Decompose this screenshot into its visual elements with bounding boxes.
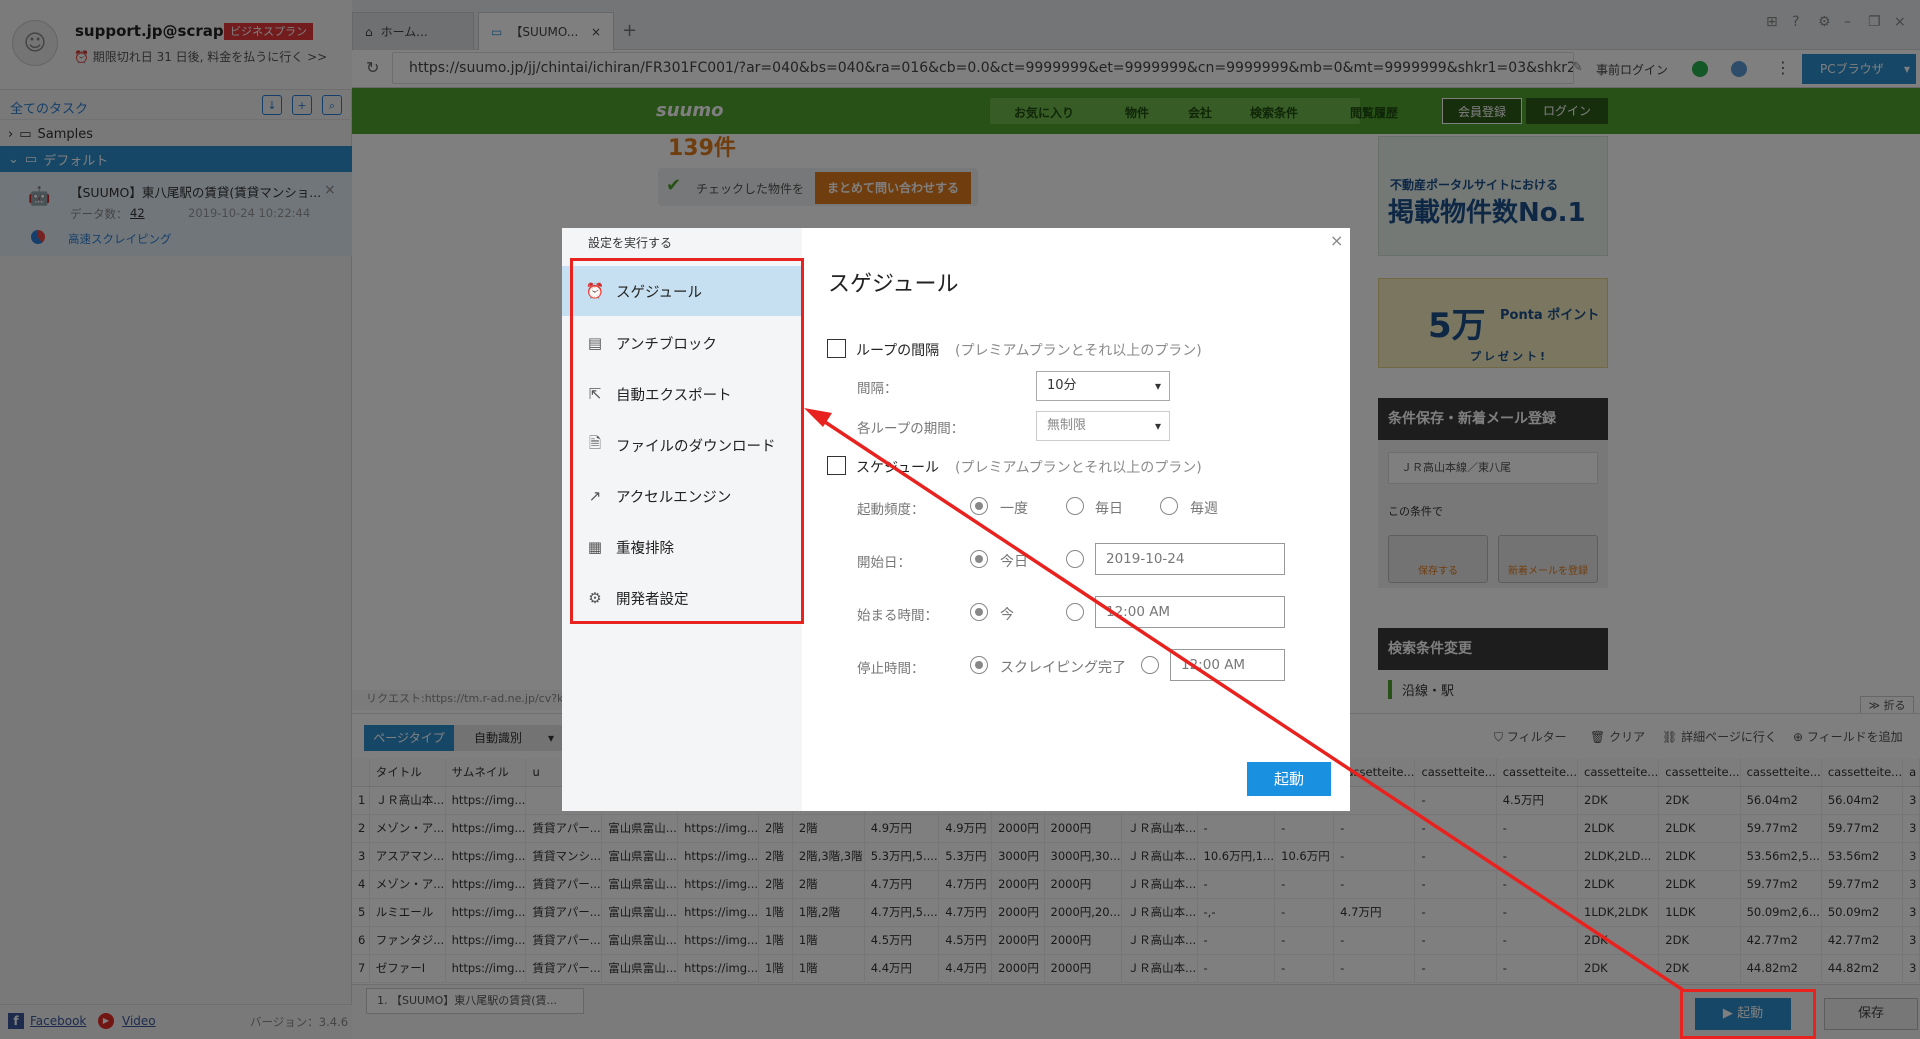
start-time-input[interactable]: 12:00 AM xyxy=(1095,596,1285,628)
freq-once-radio[interactable] xyxy=(970,497,988,515)
scrape-done-radio[interactable] xyxy=(970,656,988,674)
loop-label: ループの間隔 xyxy=(856,343,940,359)
start-time-label: 始まる時間： xyxy=(857,608,938,624)
schedule-checkbox[interactable] xyxy=(827,456,846,475)
today-radio[interactable] xyxy=(970,550,988,568)
frequency-label: 起動頻度： xyxy=(857,502,925,518)
freq-once-label: 一度 xyxy=(1000,501,1028,517)
stop-time-input[interactable]: 12:00 AM xyxy=(1170,649,1285,681)
freq-weekly-label: 毎週 xyxy=(1190,501,1218,517)
freq-daily-radio[interactable] xyxy=(1066,497,1084,515)
start-date-input[interactable]: 2019-10-24 xyxy=(1095,543,1285,575)
now-label: 今 xyxy=(1000,607,1014,623)
loop-plan-note: (プレミアムプランとそれ以上のプラン) xyxy=(955,343,1202,359)
dialog-caption: 設定を実行する xyxy=(588,236,673,250)
menu-highlight-box xyxy=(570,258,804,624)
start-date-label: 開始日： xyxy=(857,555,911,571)
panel-title: スゲジュール xyxy=(828,272,959,297)
start-highlight-box xyxy=(1680,989,1816,1039)
interval-label: 間隔： xyxy=(857,381,898,397)
today-label: 今日 xyxy=(1000,554,1028,570)
schedule-label: スケジュール xyxy=(856,460,940,476)
now-radio[interactable] xyxy=(970,603,988,621)
freq-daily-label: 毎日 xyxy=(1095,501,1123,517)
loop-checkbox[interactable] xyxy=(827,339,846,358)
stop-time-label: 停止時間： xyxy=(857,661,925,677)
custom-time-radio[interactable] xyxy=(1066,603,1084,621)
dialog-start-button[interactable]: 起動 xyxy=(1247,762,1331,796)
scrape-done-label: スクレイピング完了 xyxy=(1000,660,1126,676)
loop-period-label: 各ループの期間： xyxy=(857,421,965,437)
schedule-plan-note: (プレミアムプランとそれ以上のプラン) xyxy=(955,460,1202,476)
interval-select[interactable]: 10分 xyxy=(1036,371,1170,401)
freq-weekly-radio[interactable] xyxy=(1160,497,1178,515)
loop-period-select[interactable]: 無制限 xyxy=(1036,411,1170,441)
close-icon[interactable]: × xyxy=(1330,231,1343,250)
custom-stop-radio[interactable] xyxy=(1141,656,1159,674)
custom-date-radio[interactable] xyxy=(1066,550,1084,568)
